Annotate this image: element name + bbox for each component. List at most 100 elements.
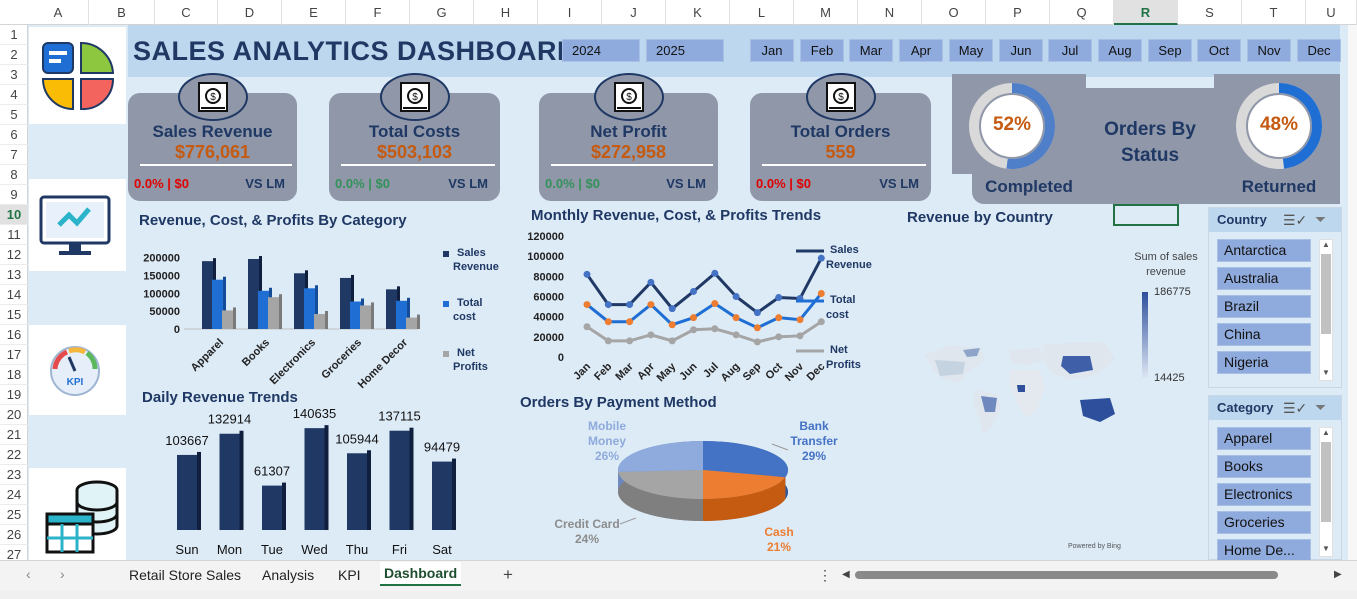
next-sheet-icon[interactable]: ›	[60, 566, 65, 582]
row-header-12[interactable]: 12	[0, 245, 28, 265]
row-header-19[interactable]: 19	[0, 385, 28, 405]
column-header-M[interactable]: M	[794, 0, 858, 25]
scroll-right-icon[interactable]: ▶	[1334, 569, 1342, 580]
clear-filter-icon[interactable]: ⏷	[1315, 211, 1326, 228]
row-header-22[interactable]: 22	[0, 445, 28, 465]
prev-sheet-icon[interactable]: ‹	[26, 566, 31, 582]
scroll-thumb[interactable]	[1321, 254, 1331, 334]
month-button-dec[interactable]: Dec	[1297, 39, 1341, 62]
scroll-thumb[interactable]	[1321, 442, 1331, 522]
column-header-I[interactable]: I	[538, 0, 602, 25]
month-button-jan[interactable]: Jan	[750, 39, 794, 62]
kpi-nav-tile[interactable]: KPI	[29, 325, 126, 415]
column-header-J[interactable]: J	[602, 0, 666, 25]
country-slicer-scrollbar[interactable]: ▲ ▼	[1319, 239, 1333, 381]
data-nav-tile[interactable]	[29, 468, 126, 560]
scroll-left-icon[interactable]: ◀	[842, 569, 850, 580]
dashboard-nav-tile[interactable]	[29, 27, 126, 124]
row-header-26[interactable]: 26	[0, 525, 28, 545]
month-button-sep[interactable]: Sep	[1148, 39, 1192, 62]
multi-select-icon[interactable]: ☰✓	[1283, 400, 1307, 417]
row-header-10[interactable]: 10	[0, 205, 28, 225]
sheet-tab-dashboard[interactable]: Dashboard	[380, 562, 462, 586]
sheet-tab-kpi[interactable]: KPI	[334, 567, 365, 583]
country-slicer-item[interactable]: Brazil	[1217, 295, 1311, 318]
column-header-H[interactable]: H	[474, 0, 538, 25]
column-header-U[interactable]: U	[1306, 0, 1357, 25]
horizontal-scroll-thumb[interactable]	[855, 571, 1278, 579]
category-slicer-item[interactable]: Books	[1217, 455, 1311, 478]
row-header-25[interactable]: 25	[0, 505, 28, 525]
world-map[interactable]	[905, 330, 1135, 455]
column-header-A[interactable]: A	[28, 0, 89, 25]
column-header-S[interactable]: S	[1178, 0, 1242, 25]
row-header-8[interactable]: 8	[0, 165, 28, 185]
column-header-F[interactable]: F	[346, 0, 410, 25]
country-slicer-item[interactable]: Australia	[1217, 267, 1311, 290]
category-slicer-item[interactable]: Home De...	[1217, 539, 1311, 562]
column-header-B[interactable]: B	[89, 0, 155, 25]
clear-filter-icon[interactable]: ⏷	[1315, 399, 1326, 416]
scroll-up-icon[interactable]: ▲	[1320, 428, 1332, 440]
year-button-2024[interactable]: 2024	[562, 39, 640, 62]
category-slicer-item[interactable]: Groceries	[1217, 511, 1311, 534]
scroll-down-icon[interactable]: ▼	[1320, 544, 1332, 556]
month-button-jun[interactable]: Jun	[999, 39, 1043, 62]
vertical-scrollbar[interactable]	[1348, 25, 1357, 560]
month-button-apr[interactable]: Apr	[899, 39, 943, 62]
column-header-K[interactable]: K	[666, 0, 730, 25]
column-header-L[interactable]: L	[730, 0, 794, 25]
row-header-1[interactable]: 1	[0, 25, 28, 45]
multi-select-icon[interactable]: ☰✓	[1283, 212, 1307, 229]
year-button-2025[interactable]: 2025	[646, 39, 724, 62]
column-header-Q[interactable]: Q	[1050, 0, 1114, 25]
sheet-tab-analysis[interactable]: Analysis	[258, 567, 318, 583]
month-button-oct[interactable]: Oct	[1197, 39, 1241, 62]
month-button-jul[interactable]: Jul	[1048, 39, 1092, 62]
row-header-15[interactable]: 15	[0, 305, 28, 325]
month-button-mar[interactable]: Mar	[849, 39, 893, 62]
month-button-aug[interactable]: Aug	[1098, 39, 1142, 62]
row-header-2[interactable]: 2	[0, 45, 28, 65]
more-options-icon[interactable]: ⋮	[818, 567, 832, 584]
column-header-C[interactable]: C	[155, 0, 218, 25]
row-header-23[interactable]: 23	[0, 465, 28, 485]
column-header-E[interactable]: E	[282, 0, 346, 25]
category-slicer-item[interactable]: Electronics	[1217, 483, 1311, 506]
row-header-13[interactable]: 13	[0, 265, 28, 285]
row-header-4[interactable]: 4	[0, 85, 28, 105]
row-header-18[interactable]: 18	[0, 365, 28, 385]
row-header-20[interactable]: 20	[0, 405, 28, 425]
selected-cell[interactable]	[1113, 204, 1179, 226]
row-header-7[interactable]: 7	[0, 145, 28, 165]
sheet-tab-retail-store-sales[interactable]: Retail Store Sales	[125, 567, 245, 583]
add-sheet-button[interactable]: +	[503, 565, 513, 585]
row-header-16[interactable]: 16	[0, 325, 28, 345]
column-header-G[interactable]: G	[410, 0, 474, 25]
category-slicer-item[interactable]: Apparel	[1217, 427, 1311, 450]
month-button-may[interactable]: May	[949, 39, 993, 62]
row-header-6[interactable]: 6	[0, 125, 28, 145]
scroll-up-icon[interactable]: ▲	[1320, 240, 1332, 252]
row-header-24[interactable]: 24	[0, 485, 28, 505]
column-header-T[interactable]: T	[1242, 0, 1306, 25]
row-header-3[interactable]: 3	[0, 65, 28, 85]
country-slicer-item[interactable]: Antarctica	[1217, 239, 1311, 262]
country-slicer-item[interactable]: China	[1217, 323, 1311, 346]
country-slicer-item[interactable]: Nigeria	[1217, 351, 1311, 374]
column-header-O[interactable]: O	[922, 0, 986, 25]
row-header-5[interactable]: 5	[0, 105, 28, 125]
column-header-D[interactable]: D	[218, 0, 282, 25]
column-header-P[interactable]: P	[986, 0, 1050, 25]
column-header-N[interactable]: N	[858, 0, 922, 25]
row-header-21[interactable]: 21	[0, 425, 28, 445]
row-header-9[interactable]: 9	[0, 185, 28, 205]
row-header-17[interactable]: 17	[0, 345, 28, 365]
scroll-down-icon[interactable]: ▼	[1320, 368, 1332, 380]
month-button-nov[interactable]: Nov	[1247, 39, 1291, 62]
column-header-R[interactable]: R	[1114, 0, 1178, 25]
category-slicer-scrollbar[interactable]: ▲ ▼	[1319, 427, 1333, 557]
row-header-14[interactable]: 14	[0, 285, 28, 305]
month-button-feb[interactable]: Feb	[800, 39, 844, 62]
analysis-nav-tile[interactable]	[29, 179, 126, 271]
